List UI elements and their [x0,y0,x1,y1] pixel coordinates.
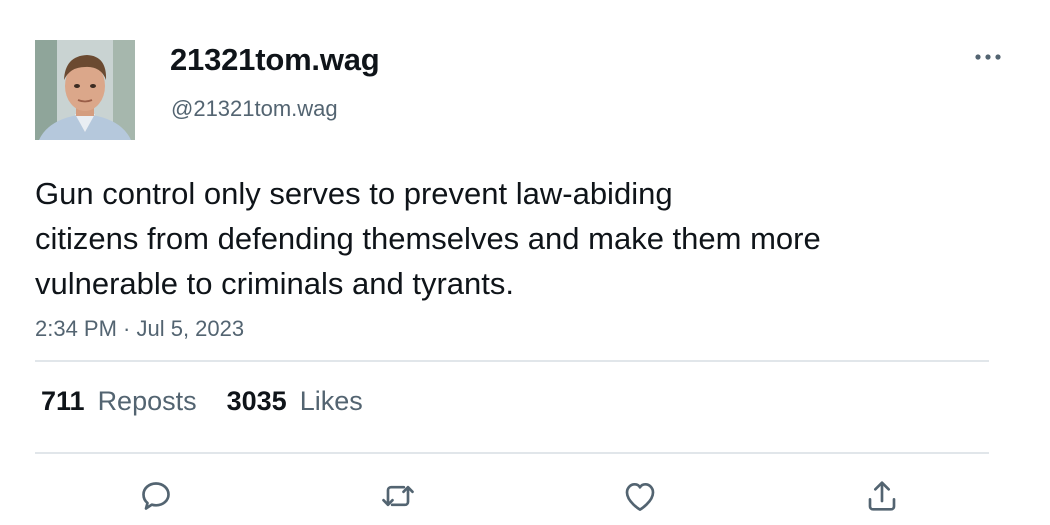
repost-button[interactable] [376,474,420,518]
avatar-portrait [35,40,135,140]
divider [35,452,989,454]
likes-stat[interactable]: 3035 Likes [227,386,363,417]
tweet-text-line: Gun control only serves to prevent law-a… [35,176,673,211]
more-horizontal-icon [975,54,1001,60]
more-options-button[interactable] [966,43,1010,71]
like-button[interactable] [618,474,662,518]
reply-icon [142,482,170,510]
avatar[interactable] [35,40,135,140]
reposts-count: 711 [41,386,85,416]
tweet-text-line: citizens from defending themselves and m… [35,221,821,256]
tweet-card: 21321tom.wag @21321tom.wag Gun control o… [0,0,1050,525]
share-icon [868,481,896,511]
tweet-text-line: vulnerable to criminals and tyrants. [35,266,515,301]
likes-count: 3035 [226,386,287,416]
heart-icon [625,483,655,511]
share-button[interactable] [860,474,904,518]
tweet-timestamp[interactable]: 2:34 PM · Jul 5, 2023 [35,316,244,342]
display-name[interactable]: 21321tom.wag [170,42,380,78]
likes-label: Likes [299,386,363,416]
reply-button[interactable] [134,474,178,518]
tweet-text: Gun control only serves to prevent law-a… [35,171,995,306]
repost-icon [382,485,414,507]
reposts-stat[interactable]: 711 Reposts [41,386,197,417]
user-handle[interactable]: @21321tom.wag [171,96,338,122]
reposts-label: Reposts [97,386,197,416]
divider [35,360,989,362]
engagement-stats: 711 Reposts 3035 Likes [41,386,363,417]
